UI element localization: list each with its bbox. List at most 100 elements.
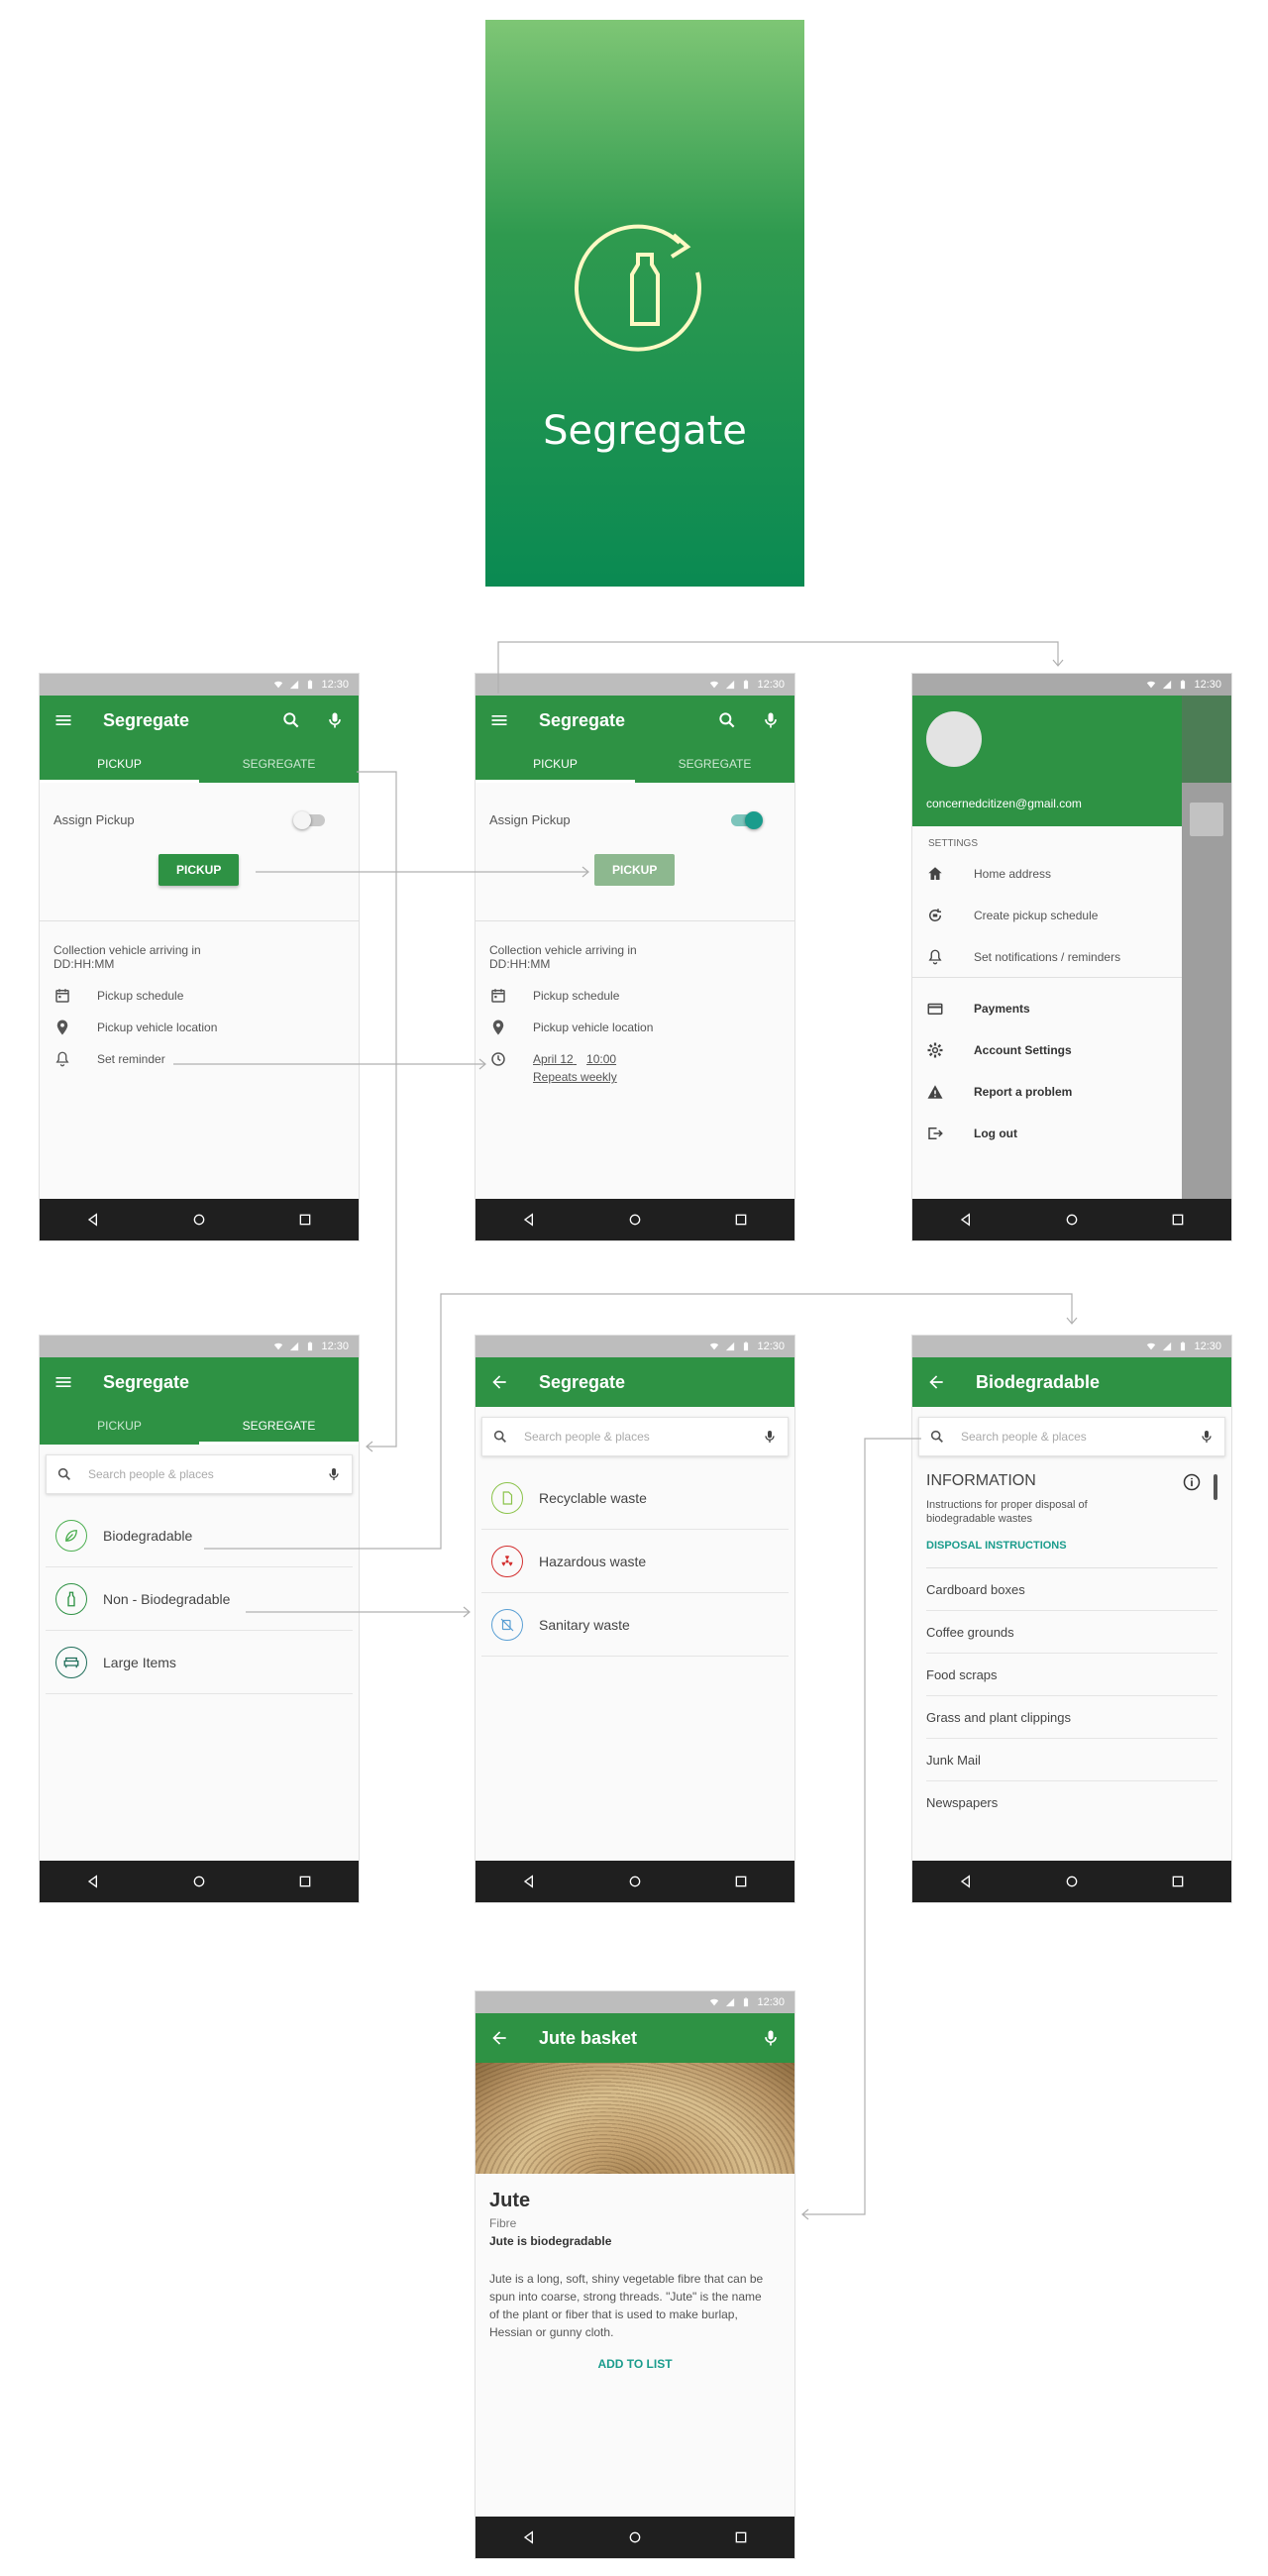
home-icon	[926, 865, 944, 883]
nav-recent-icon[interactable]	[297, 1212, 313, 1228]
drawer-item-create-schedule[interactable]: Create pickup schedule	[912, 895, 1182, 936]
drawer-item-notifications[interactable]: Set notifications / reminders	[912, 936, 1182, 978]
back-arrow-icon[interactable]	[926, 1372, 946, 1392]
nav-home-icon[interactable]	[627, 1874, 643, 1889]
menu-icon[interactable]	[53, 710, 73, 730]
drawer-item-payments[interactable]: Payments	[912, 988, 1182, 1029]
tab-pickup[interactable]: PICKUP	[40, 1407, 199, 1445]
nav-recent-icon[interactable]	[297, 1874, 313, 1889]
mic-icon[interactable]	[761, 710, 781, 730]
set-reminder-item[interactable]: Set reminder	[53, 1050, 345, 1068]
item-status: Jute is biodegradable	[489, 2234, 612, 2248]
pickup-location-item[interactable]: Pickup vehicle location	[53, 1019, 345, 1036]
list-item-biodegradable[interactable]: Biodegradable	[46, 1504, 353, 1567]
drawer-item-logout[interactable]: Log out	[912, 1113, 1182, 1154]
nav-home-icon[interactable]	[1064, 1212, 1080, 1228]
nav-home-icon[interactable]	[627, 2529, 643, 2545]
add-to-list-button[interactable]: ADD TO LIST	[489, 2357, 781, 2371]
reminder-repeat[interactable]: Repeats weekly	[533, 1068, 617, 1086]
status-bar: 12:30	[40, 674, 359, 696]
reminder-set-item[interactable]: April 12 10:00 Repeats weekly	[489, 1050, 781, 1086]
back-arrow-icon[interactable]	[489, 2028, 509, 2048]
category-label: Hazardous waste	[539, 1553, 647, 1569]
nav-back-icon[interactable]	[521, 2529, 537, 2545]
pickup-schedule-item[interactable]: Pickup schedule	[53, 987, 345, 1005]
list-item[interactable]: Newspapers	[926, 1781, 1217, 1824]
arrival-time: DD:HH:MM	[53, 957, 115, 971]
nav-home-icon[interactable]	[191, 1874, 207, 1889]
mic-icon[interactable]	[1199, 1429, 1215, 1445]
search-bar[interactable]: Search people & places	[46, 1454, 353, 1494]
category-label: Biodegradable	[103, 1527, 193, 1544]
avatar[interactable]	[926, 711, 982, 767]
nav-home-icon[interactable]	[627, 1212, 643, 1228]
list-item-non-biodegradable[interactable]: Non - Biodegradable	[46, 1567, 353, 1631]
mic-icon[interactable]	[326, 1466, 342, 1482]
nav-back-icon[interactable]	[521, 1874, 537, 1889]
tab-pickup[interactable]: PICKUP	[40, 745, 199, 783]
nav-bar	[40, 1861, 359, 1902]
mic-icon[interactable]	[762, 1429, 778, 1445]
list-item-recyclable[interactable]: Recyclable waste	[481, 1466, 789, 1530]
nav-back-icon[interactable]	[958, 1212, 974, 1228]
tab-segregate[interactable]: SEGREGATE	[199, 745, 359, 783]
status-bar: 12:30	[476, 1336, 794, 1357]
search-bar[interactable]: Search people & places	[918, 1417, 1225, 1456]
list-item-large-items[interactable]: Large Items	[46, 1631, 353, 1694]
pickup-schedule-item[interactable]: Pickup schedule	[489, 987, 781, 1005]
nav-back-icon[interactable]	[85, 1874, 101, 1889]
search-bar[interactable]: Search people & places	[481, 1417, 789, 1456]
settings-header: SETTINGS	[928, 838, 979, 849]
drawer-item-report-problem[interactable]: Report a problem	[912, 1071, 1182, 1113]
phone-biodegradable: 12:30 Biodegradable Search people & plac…	[912, 1336, 1231, 1902]
drawer-item-home-address[interactable]: Home address	[912, 853, 1182, 895]
scrim-appbar	[1182, 696, 1231, 783]
search-icon[interactable]	[717, 710, 737, 730]
mic-icon[interactable]	[325, 710, 345, 730]
assign-pickup-toggle[interactable]	[731, 811, 763, 829]
nav-back-icon[interactable]	[521, 1212, 537, 1228]
nav-recent-icon[interactable]	[1170, 1874, 1186, 1889]
nav-recent-icon[interactable]	[733, 1874, 749, 1889]
pickup-button-disabled[interactable]: PICKUP	[594, 854, 676, 886]
list-item-sanitary[interactable]: Sanitary waste	[481, 1593, 789, 1657]
search-icon[interactable]	[281, 710, 301, 730]
drawer-item-account-settings[interactable]: Account Settings	[912, 1029, 1182, 1071]
reminder-time[interactable]: 10:00	[586, 1052, 616, 1066]
tab-segregate[interactable]: SEGREGATE	[199, 1407, 359, 1445]
nav-back-icon[interactable]	[85, 1212, 101, 1228]
menu-icon[interactable]	[53, 1372, 73, 1392]
back-arrow-icon[interactable]	[489, 1372, 509, 1392]
pickup-location-item[interactable]: Pickup vehicle location	[489, 1019, 781, 1036]
assign-pickup-toggle[interactable]	[293, 811, 325, 829]
drawer-email: concernedcitizen@gmail.com	[926, 797, 1082, 810]
nav-bar	[476, 1861, 794, 1902]
menu-icon[interactable]	[489, 710, 509, 730]
pickup-button[interactable]: PICKUP	[158, 854, 240, 886]
info-icon[interactable]	[1182, 1472, 1202, 1492]
list-item[interactable]: Coffee grounds	[926, 1611, 1217, 1654]
app-bar: Segregate	[476, 1357, 794, 1407]
nav-home-icon[interactable]	[1064, 1874, 1080, 1889]
sanitary-icon	[498, 1616, 516, 1634]
nav-back-icon[interactable]	[958, 1874, 974, 1889]
scrim-search	[1190, 803, 1223, 836]
list-item[interactable]: Cardboard boxes	[926, 1568, 1217, 1611]
disposal-instructions-link[interactable]: DISPOSAL INSTRUCTIONS	[926, 1540, 1217, 1568]
search-placeholder: Search people & places	[524, 1430, 650, 1444]
tab-pickup[interactable]: PICKUP	[476, 745, 635, 783]
nav-recent-icon[interactable]	[1170, 1212, 1186, 1228]
nav-home-icon[interactable]	[191, 1212, 207, 1228]
list-item[interactable]: Food scraps	[926, 1654, 1217, 1696]
reminder-date[interactable]: April 12	[533, 1052, 574, 1066]
nav-recent-icon[interactable]	[733, 1212, 749, 1228]
nav-recent-icon[interactable]	[733, 2529, 749, 2545]
list-item[interactable]: Junk Mail	[926, 1739, 1217, 1781]
drawer-header: concernedcitizen@gmail.com	[912, 696, 1182, 826]
status-time: 12:30	[1194, 679, 1221, 691]
tab-segregate[interactable]: SEGREGATE	[635, 745, 794, 783]
list-item-hazardous[interactable]: Hazardous waste	[481, 1530, 789, 1593]
list-item[interactable]: Grass and plant clippings	[926, 1696, 1217, 1739]
wifi-icon	[709, 1997, 719, 2007]
mic-icon[interactable]	[761, 2028, 781, 2048]
